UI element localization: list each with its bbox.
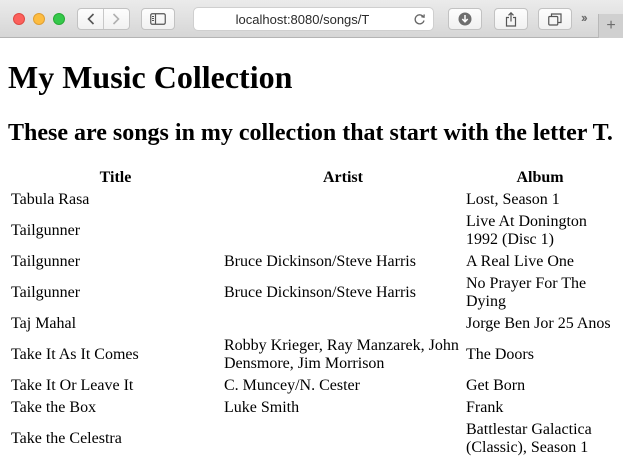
table-row: Take It As It Comes Robby Krieger, Ray Ma…	[10, 336, 615, 374]
table-row: Take It Or Leave It C. Muncey/N. Cester Ge…	[10, 376, 615, 396]
minimize-window-button[interactable]	[33, 13, 45, 25]
table-row: Tailgunner Live At Donington 1992 (Disc 1…	[10, 212, 615, 250]
song-artist-cell	[223, 420, 463, 458]
share-icon	[505, 11, 517, 27]
column-header-title: Title	[99, 169, 132, 186]
song-album-cell: Get Born	[466, 377, 526, 394]
reload-icon[interactable]	[413, 13, 426, 26]
song-title-cell: Tailgunner	[11, 222, 81, 239]
page-title: My Music Collection	[8, 59, 293, 95]
table-row: Tailgunner Bruce Dickinson/Steve Harris A …	[10, 252, 615, 272]
tabs-icon	[548, 12, 562, 26]
column-header-album: Album	[516, 169, 564, 186]
song-album-cell: Lost, Season 1	[466, 191, 560, 208]
forward-button[interactable]	[104, 9, 129, 29]
song-title-cell: Tailgunner	[11, 253, 81, 270]
song-album-cell: Jorge Ben Jor 25 Anos	[466, 315, 611, 332]
song-album-cell: Frank	[466, 399, 504, 416]
song-title-cell: Tabula Rasa	[11, 191, 90, 208]
show-tabs-button[interactable]	[538, 8, 572, 30]
download-icon	[458, 12, 472, 26]
song-artist-cell: Bruce Dickinson/Steve Harris	[224, 284, 416, 301]
song-album-cell: No Prayer For The Dying	[466, 275, 587, 310]
song-artist-cell: C. Muncey/N. Cester	[224, 377, 360, 394]
table-row: Take the Celestra Battlestar Galactica (C…	[10, 420, 615, 458]
song-artist-cell: Luke Smith	[224, 399, 300, 416]
navigation-buttons	[77, 8, 130, 30]
song-artist-cell	[223, 212, 463, 250]
song-album-cell: A Real Live One	[466, 253, 574, 270]
song-album-cell: Battlestar Galactica (Classic), Season 1	[466, 421, 592, 456]
chevron-left-icon	[86, 13, 94, 25]
song-artist-cell: Bruce Dickinson/Steve Harris	[224, 253, 416, 270]
song-title-cell: Take It As It Comes	[11, 346, 139, 363]
downloads-button[interactable]	[448, 8, 482, 30]
address-bar[interactable]: localhost:8080/songs/T	[193, 7, 434, 31]
address-url[interactable]: localhost:8080/songs/T	[194, 12, 411, 27]
sidebar-toggle-button[interactable]	[141, 8, 175, 30]
song-title-cell: Take It Or Leave It	[11, 377, 134, 394]
page-subtitle: These are songs in my collection that st…	[8, 120, 613, 146]
chevron-right-icon	[113, 13, 121, 25]
song-artist-cell	[223, 190, 463, 210]
song-artist-cell	[223, 314, 463, 334]
table-header-row: Title Artist Album	[10, 168, 615, 188]
column-header-artist: Artist	[323, 169, 363, 186]
songs-table: Title Artist Album Tabula Rasa Lost, Seas…	[8, 166, 617, 460]
song-album-cell: The Doors	[466, 346, 534, 363]
song-album-cell: Live At Donington 1992 (Disc 1)	[466, 213, 587, 248]
song-title-cell: Taj Mahal	[11, 315, 77, 332]
close-window-button[interactable]	[13, 13, 25, 25]
zoom-window-button[interactable]	[53, 13, 65, 25]
song-title-cell: Take the Celestra	[11, 430, 122, 447]
back-button[interactable]	[78, 9, 103, 29]
table-row: Tailgunner Bruce Dickinson/Steve Harris No…	[10, 274, 615, 312]
sidebar-icon	[150, 13, 166, 25]
song-artist-cell: Robby Krieger, Ray Manzarek, John Densmo…	[224, 337, 459, 372]
song-title-cell: Take the Box	[11, 399, 97, 416]
share-button[interactable]	[494, 8, 528, 30]
table-row: Taj Mahal Jorge Ben Jor 25 Anos	[10, 314, 615, 334]
more-toolbar-items-button[interactable]: ››	[581, 10, 588, 25]
song-title-cell: Tailgunner	[11, 284, 81, 301]
table-row: Tabula Rasa Lost, Season 1	[10, 190, 615, 210]
new-tab-button[interactable]: +	[598, 14, 623, 38]
browser-toolbar: localhost:8080/songs/T ›› +	[0, 0, 623, 38]
table-row: Take the Box Luke Smith Frank	[10, 398, 615, 418]
